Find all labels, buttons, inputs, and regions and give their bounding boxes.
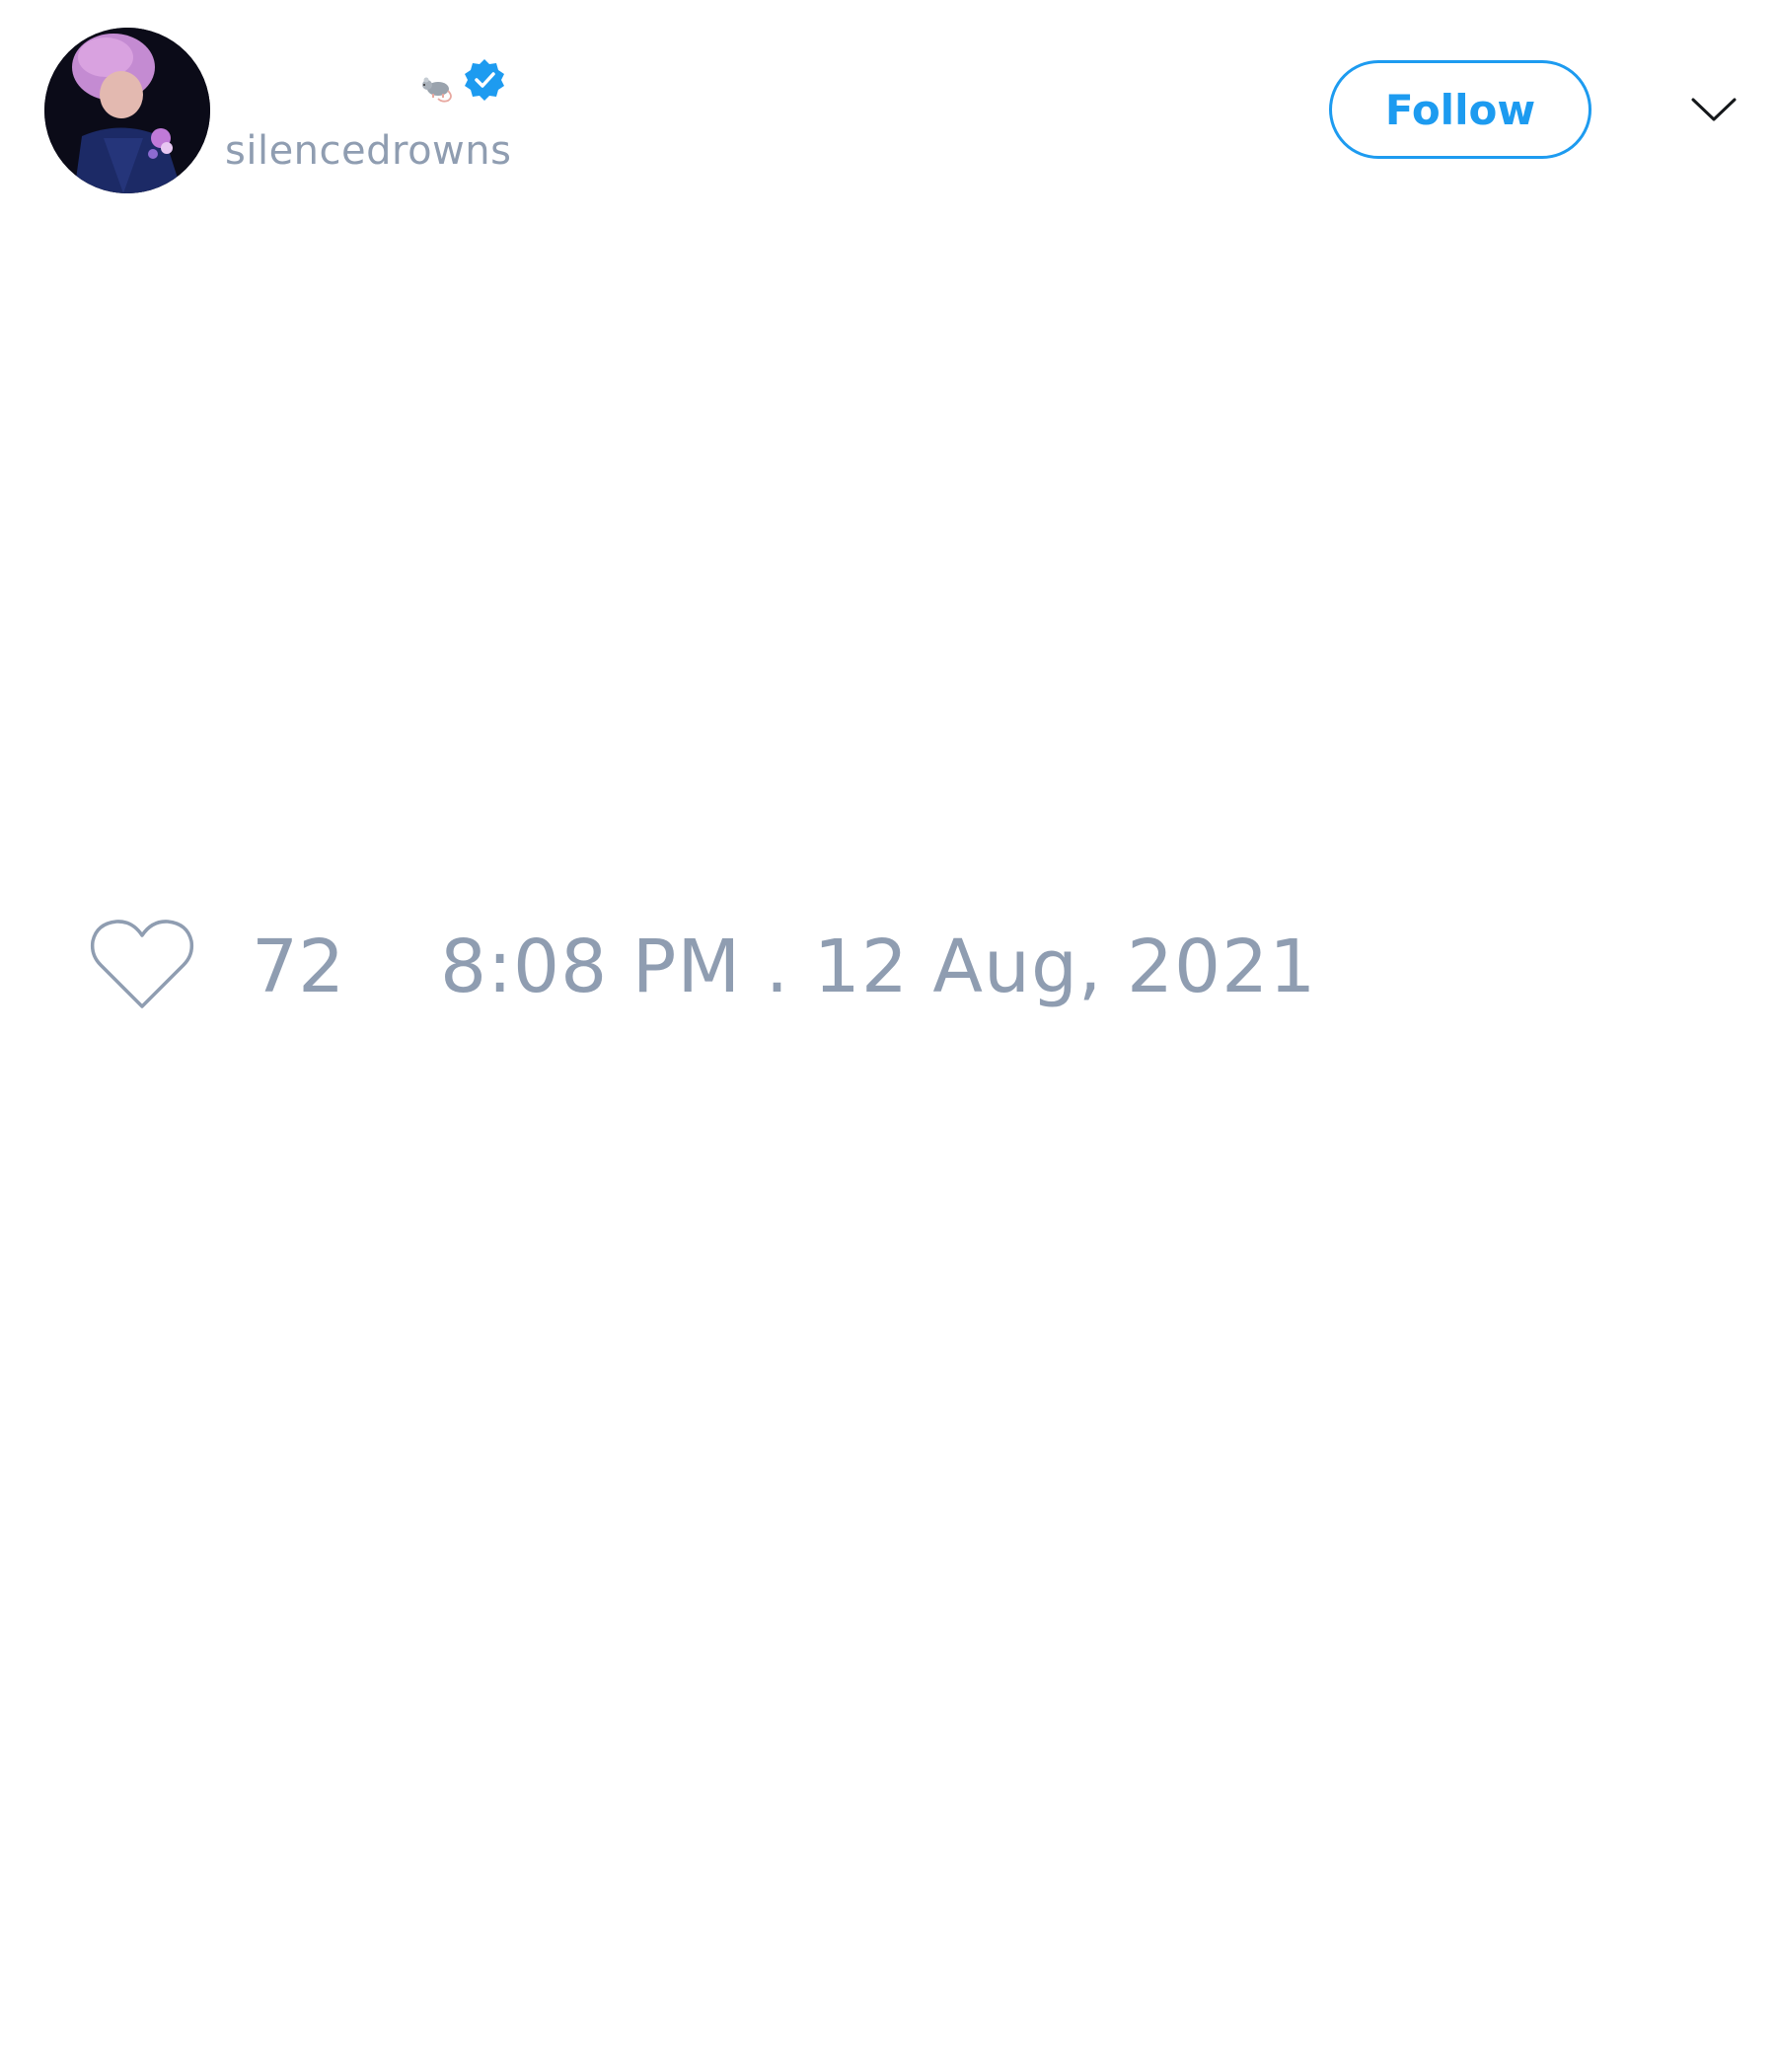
tweet-card: silencedrowns Follow 72 8:08 PM . 12 Aug…: [0, 0, 1776, 2072]
author-handle[interactable]: silencedrowns: [225, 126, 511, 176]
heart-outline-icon[interactable]: [89, 918, 195, 1012]
follow-button[interactable]: Follow: [1329, 60, 1591, 159]
like-count: 72: [252, 925, 345, 1009]
verified-badge-icon: [465, 59, 504, 101]
rat-icon: [422, 77, 452, 103]
display-name[interactable]: [225, 57, 551, 107]
chevron-down-icon[interactable]: [1689, 90, 1739, 129]
avatar[interactable]: [44, 28, 210, 193]
tweet-actions: 72 8:08 PM . 12 Aug, 2021: [89, 918, 1371, 1016]
tweet-timestamp[interactable]: 8:08 PM . 12 Aug, 2021: [440, 925, 1316, 1008]
